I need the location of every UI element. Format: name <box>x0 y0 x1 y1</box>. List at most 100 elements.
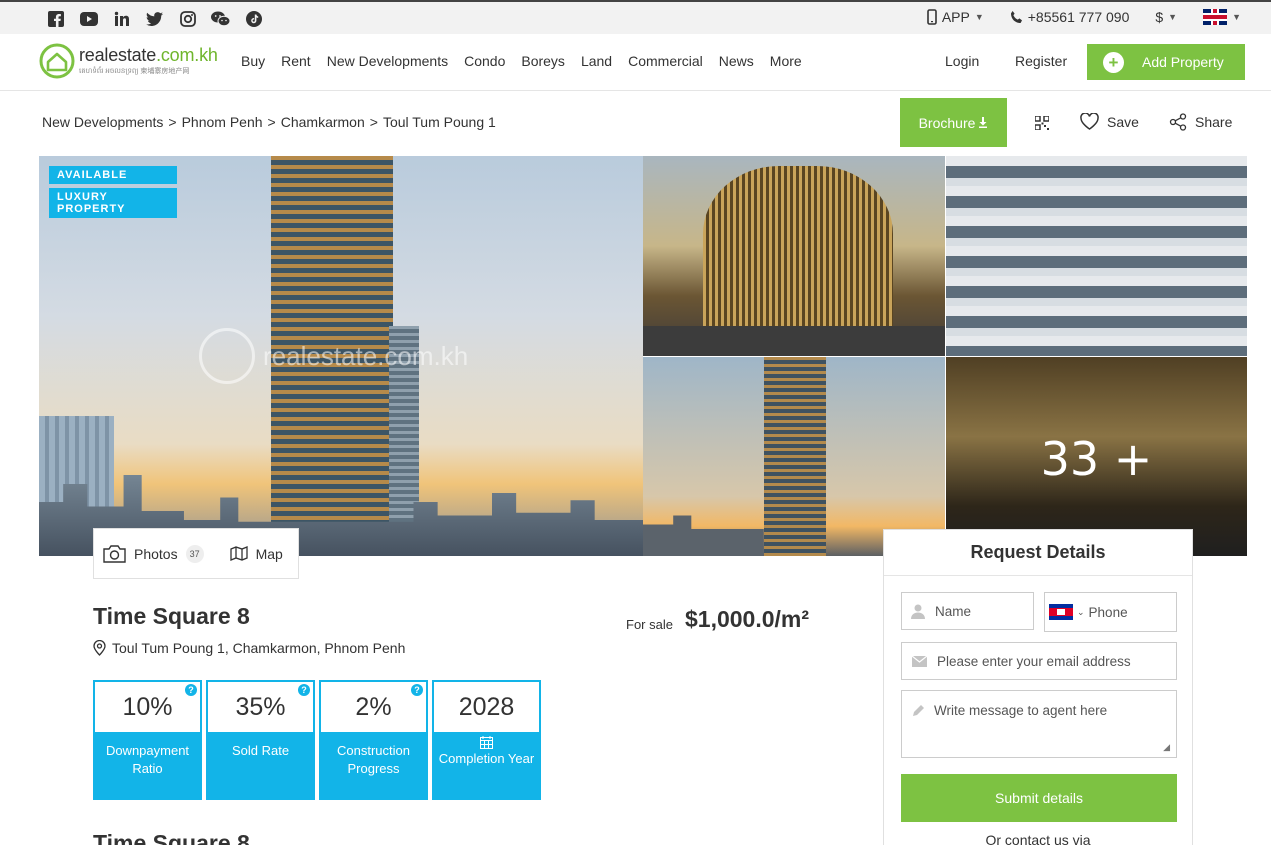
phone-icon <box>1010 10 1022 23</box>
email-placeholder: Please enter your email address <box>937 653 1131 669</box>
gallery-thumbnail[interactable] <box>946 156 1247 356</box>
envelope-icon <box>912 655 927 667</box>
app-label: APP <box>941 9 970 25</box>
street-graphic <box>643 326 945 356</box>
pencil-icon <box>913 705 924 716</box>
login-link[interactable]: Login <box>945 53 979 69</box>
save-button[interactable]: Save <box>1080 113 1139 130</box>
nav-land[interactable]: Land <box>581 53 612 69</box>
breadcrumb-toul-tum-poung[interactable]: Toul Tum Poung 1 <box>383 114 496 130</box>
contact-via-text: Or contact us via <box>985 832 1091 845</box>
stat-value: 2028 <box>434 682 539 732</box>
chevron-down-icon[interactable]: ⌄ <box>1077 607 1085 618</box>
listing-address: Toul Tum Poung 1, Chamkarmon, Phnom Penh <box>93 640 405 656</box>
brochure-button[interactable]: Brochure <box>900 98 1007 147</box>
message-field[interactable]: Write message to agent here ◢ <box>901 690 1177 758</box>
nav-commercial[interactable]: Commercial <box>628 53 703 69</box>
nav-more[interactable]: More <box>770 53 802 69</box>
address-text: Toul Tum Poung 1, Chamkarmon, Phnom Penh <box>112 640 406 656</box>
help-icon[interactable]: ? <box>298 684 310 696</box>
save-label: Save <box>1107 113 1139 130</box>
top-strip: APP ▼ +85561 777 090 $ ▼ ▼ <box>0 0 1271 34</box>
qr-code-icon[interactable] <box>1035 116 1049 130</box>
stat-label: Construction Progress <box>337 743 410 776</box>
panel-heading: Request Details <box>884 530 1192 576</box>
breadcrumb-phnom-penh[interactable]: Phnom Penh <box>182 114 263 130</box>
register-link[interactable]: Register <box>1015 53 1067 69</box>
media-tabs: Photos 37 Map <box>93 528 299 579</box>
twitter-icon[interactable] <box>145 10 164 27</box>
facebook-icon[interactable] <box>46 10 65 27</box>
share-icon <box>1169 113 1187 131</box>
photo-gallery: realestate.com.kh AVAILABLE LUXURY PROPE… <box>39 156 1247 556</box>
tower-graphic <box>764 357 826 556</box>
resize-handle-icon[interactable]: ◢ <box>1163 742 1170 753</box>
tiktok-icon[interactable] <box>244 10 263 27</box>
camera-icon <box>103 545 126 563</box>
chevron-down-icon: ▼ <box>974 12 984 22</box>
app-menu[interactable]: APP ▼ <box>927 9 984 25</box>
add-property-button[interactable]: + Add Property <box>1087 44 1245 80</box>
logo-wordmark: realestate.com.kh <box>79 46 218 64</box>
map-tab[interactable]: Map <box>229 545 283 562</box>
stat-label: Downpayment Ratio <box>105 743 190 776</box>
photos-tab[interactable]: Photos 37 <box>103 544 204 563</box>
chevron-down-icon: ▼ <box>1168 12 1178 22</box>
gallery-thumbnail[interactable] <box>643 156 945 356</box>
breadcrumb-chamkarmon[interactable]: Chamkarmon <box>281 114 365 130</box>
gallery-thumbnail-more[interactable]: 33 + <box>946 357 1247 556</box>
download-icon <box>979 117 988 128</box>
location-pin-icon <box>93 640 106 656</box>
share-button[interactable]: Share <box>1169 113 1232 131</box>
watermark-text: realestate.com.kh <box>263 340 469 371</box>
name-field[interactable]: Name <box>901 592 1034 630</box>
request-details-panel: Request Details Name ⌄ Phone Please ente… <box>883 529 1193 845</box>
language-select[interactable]: ▼ <box>1203 9 1241 25</box>
currency-label: $ <box>1155 9 1164 25</box>
wechat-icon[interactable] <box>211 10 230 27</box>
nav-buy[interactable]: Buy <box>241 53 265 69</box>
photos-count-badge: 37 <box>185 544 204 563</box>
instagram-icon[interactable] <box>178 10 197 27</box>
user-icon <box>911 604 925 619</box>
phone-placeholder: Phone <box>1088 604 1128 620</box>
stat-sold-rate: 35% Sold Rate ? <box>206 680 315 800</box>
nav-boreys[interactable]: Boreys <box>521 53 565 69</box>
site-logo[interactable]: realestate.com.kh គេហទំព័រ អចលនទ្រព្យ 柬埔… <box>39 43 218 79</box>
name-placeholder: Name <box>935 603 972 619</box>
brochure-label: Brochure <box>918 114 976 131</box>
social-links <box>46 10 263 27</box>
breadcrumb-separator: > <box>369 114 378 130</box>
logo-domain-text: .com.kh <box>156 44 218 65</box>
linkedin-icon[interactable] <box>112 10 131 27</box>
available-badge: AVAILABLE <box>49 166 177 184</box>
youtube-icon[interactable] <box>79 10 98 27</box>
listing-badges: AVAILABLE LUXURY PROPERTY <box>49 166 177 218</box>
main-photo[interactable]: realestate.com.kh AVAILABLE LUXURY PROPE… <box>39 156 643 556</box>
phone-contact[interactable]: +85561 777 090 <box>1010 9 1130 25</box>
breadcrumb: New Developments > Phnom Penh > Chamkarm… <box>42 114 496 130</box>
heart-icon <box>1080 113 1099 130</box>
help-icon[interactable]: ? <box>185 684 197 696</box>
nav-condo[interactable]: Condo <box>464 53 505 69</box>
help-icon[interactable]: ? <box>411 684 423 696</box>
breadcrumb-separator: > <box>267 114 276 130</box>
nav-new-developments[interactable]: New Developments <box>327 53 448 69</box>
stat-completion-year: 2028 Completion Year <box>432 680 541 800</box>
stat-construction-progress: 2% Construction Progress ? <box>319 680 428 800</box>
cambodia-flag-icon[interactable] <box>1049 604 1073 620</box>
nav-news[interactable]: News <box>719 53 754 69</box>
currency-select[interactable]: $ ▼ <box>1155 9 1177 25</box>
top-utilities: APP ▼ +85561 777 090 $ ▼ ▼ <box>927 9 1241 25</box>
phone-number: +85561 777 090 <box>1027 9 1130 25</box>
nav-rent[interactable]: Rent <box>281 53 311 69</box>
project-stats: 10% Downpayment Ratio ? 35% Sold Rate ? … <box>93 680 541 800</box>
email-field[interactable]: Please enter your email address <box>901 642 1177 680</box>
gallery-thumbnail[interactable] <box>643 357 945 556</box>
mobile-phone-icon <box>927 9 937 25</box>
main-header: realestate.com.kh គេហទំព័រ អចលនទ្រព្យ 柬埔… <box>0 34 1271 91</box>
breadcrumb-new-developments[interactable]: New Developments <box>42 114 163 130</box>
submit-details-button[interactable]: Submit details <box>901 774 1177 822</box>
phone-field[interactable]: ⌄ Phone <box>1044 592 1177 632</box>
stat-downpayment: 10% Downpayment Ratio ? <box>93 680 202 800</box>
